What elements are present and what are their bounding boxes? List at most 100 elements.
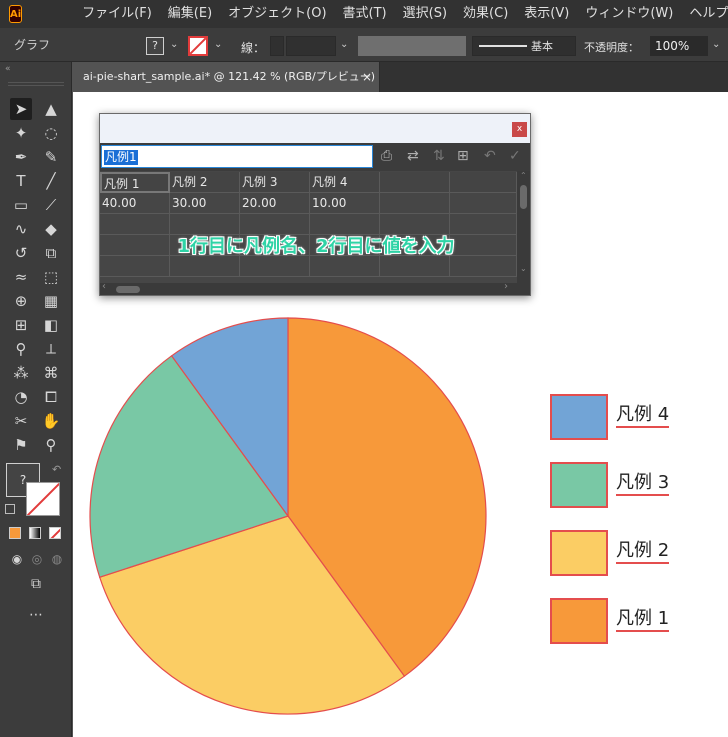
blend-tool-icon[interactable]: ⁂ [10, 362, 32, 384]
grid-cell[interactable]: 10.00 [310, 193, 380, 214]
line-tool-icon[interactable]: ╱ [40, 170, 62, 192]
eyedropper-icon[interactable]: ⚲ [10, 338, 32, 360]
scroll-up-icon[interactable]: ⌃ [520, 171, 527, 180]
cell-value-input[interactable]: 凡例1 [101, 145, 373, 168]
opacity-input[interactable]: 100% [650, 36, 708, 56]
grid-cell[interactable]: 凡例 3 [240, 172, 310, 193]
mesh-tool-icon[interactable]: ⊞ [10, 314, 32, 336]
scroll-thumb[interactable] [116, 286, 140, 293]
data-grid[interactable]: 凡例 1 凡例 2 凡例 3 凡例 4 40.00 30.00 20.00 10.00 [100, 171, 517, 283]
direct-selection-tool-icon[interactable]: ▲ [40, 98, 62, 120]
curvature-tool-icon[interactable]: ✎ [40, 146, 62, 168]
grid-cell[interactable]: 40.00 [100, 193, 170, 214]
selection-tool-icon[interactable]: ➤ [10, 98, 32, 120]
transpose-icon[interactable]: ⇄ [407, 148, 419, 164]
magic-wand-icon[interactable]: ✦ [10, 122, 32, 144]
scroll-right-icon[interactable]: › [504, 281, 508, 292]
eraser-icon[interactable]: ◆ [40, 218, 62, 240]
import-data-icon[interactable]: ⎙ [381, 148, 392, 164]
close-icon[interactable]: x [512, 122, 527, 137]
collapse-icon[interactable]: « [5, 64, 11, 74]
hand-tool-icon[interactable]: ✋ [40, 410, 62, 432]
grid-cell[interactable] [380, 256, 450, 277]
cell-style-icon[interactable]: ⊞ [457, 148, 469, 164]
draw-behind-icon[interactable]: ◎ [26, 548, 48, 570]
scale-tool-icon[interactable]: ⧉ [40, 242, 62, 264]
grid-cell[interactable] [380, 172, 450, 193]
variable-width-profile[interactable] [358, 36, 466, 56]
grid-cell[interactable] [310, 256, 380, 277]
switch-xy-icon[interactable]: ⇅ [433, 148, 445, 164]
shaper-tool-icon[interactable]: ∿ [10, 218, 32, 240]
apply-icon[interactable]: ✓ [509, 148, 521, 164]
gradient-tool-icon[interactable]: ◧ [40, 314, 62, 336]
grid-cell[interactable] [240, 256, 310, 277]
chevron-down-icon[interactable]: ⌄ [712, 39, 720, 50]
scroll-down-icon[interactable]: ⌄ [520, 264, 527, 273]
pen-tool-icon[interactable]: ✒ [10, 146, 32, 168]
revert-icon[interactable]: ↶ [484, 148, 496, 164]
pie-graph-tool-icon[interactable]: ◔ [10, 386, 32, 408]
swap-colors-icon[interactable]: ↶ [52, 463, 61, 476]
lasso-icon[interactable]: ◌ [40, 122, 62, 144]
paintbrush-icon[interactable]: ⟋ [40, 194, 62, 216]
default-colors-icon[interactable] [5, 504, 15, 514]
grid-cell[interactable]: 凡例 2 [170, 172, 240, 193]
rotate-tool-icon[interactable]: ↺ [10, 242, 32, 264]
stroke-weight-input[interactable] [286, 36, 336, 56]
brush-definition[interactable]: 基本 [472, 36, 576, 56]
menu-item[interactable]: ウィンドウ(W) [577, 0, 681, 28]
menu-item[interactable]: ヘルプ(H) [681, 0, 728, 28]
draw-inside-icon[interactable]: ◍ [46, 548, 68, 570]
stroke-color-box[interactable] [26, 482, 60, 516]
color-mode-icon[interactable] [9, 527, 21, 539]
menu-item[interactable]: オブジェクト(O) [220, 0, 334, 28]
zoom-tool-icon[interactable]: ⚲ [40, 434, 62, 456]
grid-cell[interactable]: 凡例 1 [100, 172, 170, 193]
rectangle-tool-icon[interactable]: ▭ [10, 194, 32, 216]
shape-builder-icon[interactable]: ⊕ [10, 290, 32, 312]
slice-tool-icon[interactable]: ✂ [10, 410, 32, 432]
grid-cell[interactable]: 凡例 4 [310, 172, 380, 193]
screen-mode-icon[interactable]: ⧉ [25, 573, 47, 595]
warp-tool-icon[interactable]: ≈ [10, 266, 32, 288]
none-mode-icon[interactable] [49, 527, 61, 539]
document-tab[interactable]: ai-pie-shart_sample.ai* @ 121.42 % (RGB/… [73, 62, 380, 92]
artboard-tool-icon[interactable]: ⧠ [40, 386, 62, 408]
grid-cell[interactable] [450, 193, 517, 214]
stroke-none-swatch[interactable] [188, 36, 208, 56]
horizontal-scrollbar[interactable]: ‹ › [100, 281, 517, 295]
grid-cell[interactable]: 20.00 [240, 193, 310, 214]
gradient-mode-icon[interactable] [29, 527, 41, 539]
grid-cell[interactable] [450, 256, 517, 277]
chevron-down-icon[interactable]: ⌄ [170, 39, 178, 50]
grid-cell[interactable] [380, 193, 450, 214]
menu-item[interactable]: ファイル(F) [74, 0, 160, 28]
scroll-thumb[interactable] [520, 185, 527, 209]
grid-cell[interactable] [100, 256, 170, 277]
perspective-grid-icon[interactable]: ▦ [40, 290, 62, 312]
menu-item[interactable]: 選択(S) [395, 0, 455, 28]
grid-cell[interactable] [450, 172, 517, 193]
stroke-stepper[interactable] [270, 36, 284, 56]
panel-grip[interactable] [8, 82, 64, 86]
close-icon[interactable]: × [355, 62, 379, 92]
print-tiling-icon[interactable]: ⚑ [10, 434, 32, 456]
fill-swatch[interactable]: ? [146, 37, 164, 55]
menu-item[interactable]: 編集(E) [160, 0, 220, 28]
draw-normal-icon[interactable]: ◉ [6, 548, 28, 570]
chevron-down-icon[interactable]: ⌄ [340, 39, 348, 50]
grid-cell[interactable]: 30.00 [170, 193, 240, 214]
scroll-left-icon[interactable]: ‹ [102, 281, 106, 292]
measure-tool-icon[interactable]: ⟂ [40, 338, 62, 360]
more-tools-icon[interactable]: ⋯ [25, 604, 47, 626]
dialog-titlebar[interactable]: x [100, 114, 530, 143]
menu-item[interactable]: 表示(V) [516, 0, 577, 28]
menu-item[interactable]: 書式(T) [335, 0, 395, 28]
grid-cell[interactable] [170, 256, 240, 277]
chevron-down-icon[interactable]: ⌄ [214, 39, 222, 50]
menu-item[interactable]: 効果(C) [455, 0, 516, 28]
free-transform-icon[interactable]: ⬚ [40, 266, 62, 288]
symbol-sprayer-icon[interactable]: ⌘ [40, 362, 62, 384]
type-tool-icon[interactable]: T [10, 170, 32, 192]
